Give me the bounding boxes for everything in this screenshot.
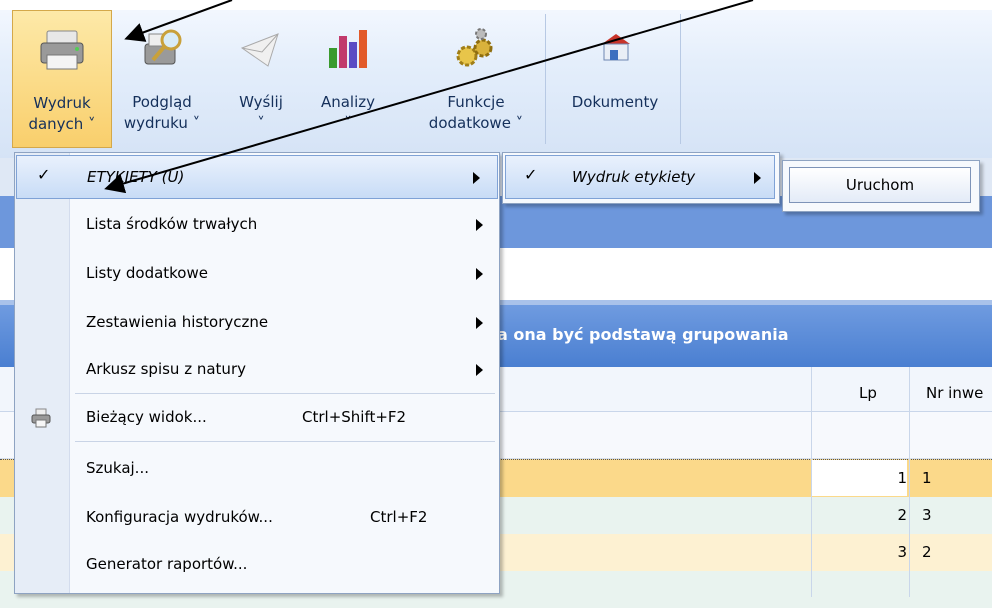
annotation-arrows [104, 0, 754, 194]
annotation-arrow [124, 0, 233, 42]
annotation-arrow [104, 0, 754, 194]
